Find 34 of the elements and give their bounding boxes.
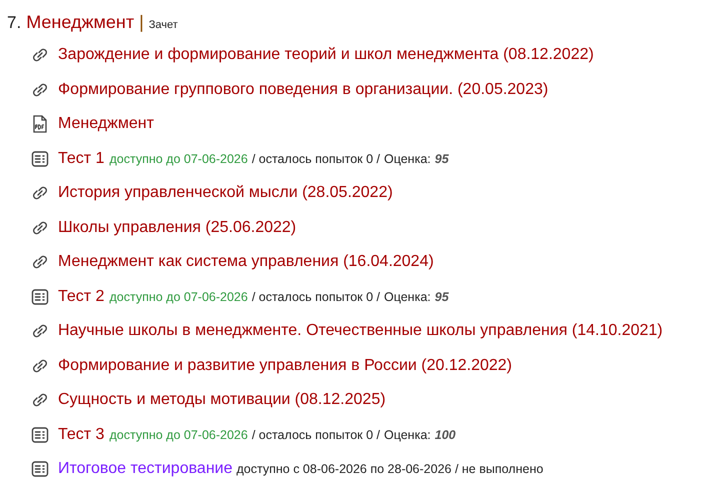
checklist-icon: [30, 286, 50, 307]
material-link[interactable]: Зарождение и формирование теорий и школ менеджмента (08.12.2022): [58, 46, 594, 64]
final-test-link[interactable]: Итоговое тестирование: [58, 460, 232, 478]
grade-label: Оценка:: [384, 290, 431, 304]
attempts-text: / осталось попыток 0 /: [252, 428, 380, 442]
material-link[interactable]: Формирование группового поведения в организации. (20.05.2023): [58, 80, 548, 99]
material-link[interactable]: Менеджмент: [58, 115, 154, 134]
material-link[interactable]: Научные школы в менеджменте. Отечественные школы управления (14.10.2021): [58, 322, 663, 340]
availability-text: доступно до 07-06-2026: [109, 428, 248, 442]
test-link[interactable]: Тест 2: [58, 288, 104, 306]
grade-value: 95: [434, 290, 449, 304]
grade-value: 95: [434, 152, 449, 166]
checklist-icon: [30, 148, 50, 169]
section-title: Менеджмент: [26, 12, 134, 33]
separator: |: [139, 12, 144, 33]
checklist-icon: [30, 459, 50, 480]
section-number: 7.: [7, 13, 22, 33]
status-text: доступно с 08-06-2026 по 28-06-2026 / не выполнено: [236, 462, 544, 476]
material-link[interactable]: Сущность и методы мотивации (08.12.2025): [58, 391, 386, 410]
grade-label: Оценка:: [384, 152, 431, 166]
material-link[interactable]: Формирование и развитие управления в России (20.12.2022): [58, 356, 512, 375]
attempts-text: / осталось попыток 0 /: [252, 152, 380, 166]
availability-text: доступно до 07-06-2026: [109, 152, 248, 166]
attempts-text: / осталось попыток 0 /: [252, 290, 380, 304]
material-link[interactable]: История управленческой мысли (28.05.2022): [58, 184, 393, 202]
assessment-type: Зачет: [148, 19, 178, 31]
material-link[interactable]: Школы управления (25.06.2022): [58, 218, 296, 237]
test-link[interactable]: Тест 1: [58, 150, 104, 168]
grade-value: 100: [434, 428, 456, 442]
material-link[interactable]: Менеджмент как система управления (16.04.2024): [58, 253, 434, 272]
availability-text: доступно до 07-06-2026: [109, 290, 248, 304]
grade-label: Оценка:: [384, 428, 431, 442]
checklist-icon: [30, 424, 50, 445]
test-link[interactable]: Тест 3: [58, 426, 104, 444]
